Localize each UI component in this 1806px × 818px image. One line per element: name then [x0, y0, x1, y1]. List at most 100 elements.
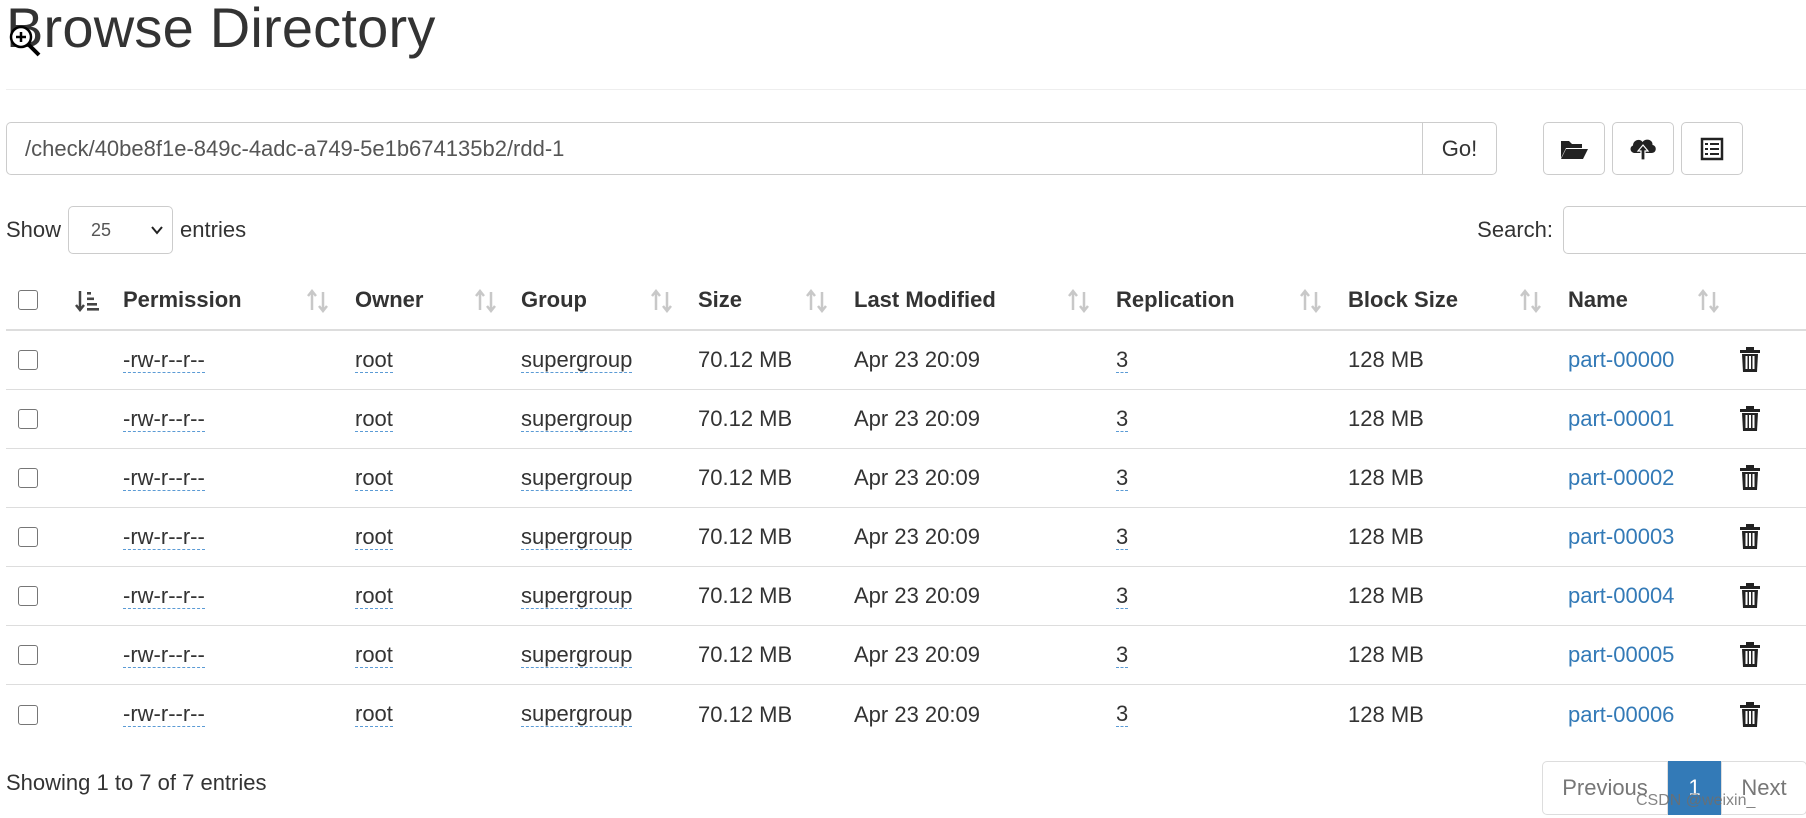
file-name-link[interactable]: part-00002	[1568, 465, 1674, 491]
sort-ascending-icon[interactable]	[74, 289, 100, 313]
list-icon	[1700, 137, 1724, 160]
permission-value[interactable]: -rw-r--r--	[123, 583, 205, 609]
replication-value[interactable]: 3	[1116, 642, 1129, 668]
row-checkbox[interactable]	[18, 527, 38, 547]
owner-value[interactable]: root	[355, 524, 393, 550]
delete-button[interactable]	[1739, 567, 1761, 625]
sort-both-icon[interactable]	[1066, 289, 1092, 313]
search-control: Search:	[1477, 206, 1806, 254]
trash-icon	[1740, 465, 1760, 490]
owner-cell: root	[355, 390, 393, 448]
replication-value[interactable]: 3	[1116, 465, 1129, 491]
group-value[interactable]: supergroup	[521, 583, 633, 609]
file-name-link[interactable]: part-00005	[1568, 642, 1674, 668]
permission-value[interactable]: -rw-r--r--	[123, 524, 205, 550]
permission-cell: -rw-r--r--	[123, 331, 205, 389]
replication-value[interactable]: 3	[1116, 524, 1129, 550]
table-row: -rw-r--r-- root supergroup 70.12 MB Apr …	[6, 390, 1806, 449]
last-modified-cell: Apr 23 20:09	[854, 524, 980, 549]
row-checkbox[interactable]	[18, 350, 38, 370]
owner-value[interactable]: root	[355, 465, 393, 491]
delete-button[interactable]	[1739, 390, 1761, 448]
trash-icon	[1740, 406, 1760, 431]
row-checkbox[interactable]	[18, 704, 38, 725]
sort-both-icon[interactable]	[473, 289, 499, 313]
column-header-name[interactable]: Name	[1568, 271, 1628, 329]
owner-value[interactable]: root	[355, 583, 393, 609]
column-header-last-modified[interactable]: Last Modified	[854, 271, 996, 329]
file-name-link[interactable]: part-00000	[1568, 347, 1674, 373]
group-cell: supergroup	[521, 567, 633, 625]
column-header-owner[interactable]: Owner	[355, 271, 423, 329]
permission-cell: -rw-r--r--	[123, 508, 205, 566]
replication-value[interactable]: 3	[1116, 583, 1129, 609]
go-button[interactable]: Go!	[1422, 122, 1497, 175]
column-header-block-size[interactable]: Block Size	[1348, 271, 1458, 329]
owner-cell: root	[355, 331, 393, 389]
sort-both-icon[interactable]	[649, 289, 675, 313]
replication-value[interactable]: 3	[1116, 347, 1129, 373]
size-cell: 70.12 MB	[698, 524, 793, 549]
table-row: -rw-r--r-- root supergroup 70.12 MB Apr …	[6, 567, 1806, 626]
group-value[interactable]: supergroup	[521, 702, 633, 727]
trash-icon	[1740, 642, 1760, 667]
last-modified-cell: Apr 23 20:09	[854, 347, 980, 372]
row-checkbox-cell	[18, 390, 38, 448]
owner-value[interactable]: root	[355, 347, 393, 373]
column-header-replication[interactable]: Replication	[1116, 271, 1235, 329]
row-checkbox-cell	[18, 685, 38, 744]
group-value[interactable]: supergroup	[521, 406, 633, 432]
file-name-link[interactable]: part-00001	[1568, 406, 1674, 432]
file-name-link[interactable]: part-00004	[1568, 583, 1674, 609]
trash-icon	[1740, 524, 1760, 549]
owner-cell: root	[355, 449, 393, 507]
owner-value[interactable]: root	[355, 642, 393, 668]
owner-value[interactable]: root	[355, 702, 393, 727]
permission-value[interactable]: -rw-r--r--	[123, 406, 205, 432]
delete-button[interactable]	[1739, 508, 1761, 566]
select-all-checkbox[interactable]	[18, 290, 38, 310]
permission-value[interactable]: -rw-r--r--	[123, 465, 205, 491]
sort-both-icon[interactable]	[1298, 289, 1324, 313]
column-header-permission[interactable]: Permission	[123, 271, 242, 329]
delete-button[interactable]	[1739, 626, 1761, 684]
directory-path-input[interactable]	[6, 122, 1422, 175]
replication-value[interactable]: 3	[1116, 406, 1129, 432]
column-header-group[interactable]: Group	[521, 271, 587, 329]
create-directory-button[interactable]	[1543, 122, 1605, 175]
owner-value[interactable]: root	[355, 406, 393, 432]
row-checkbox[interactable]	[18, 409, 38, 429]
page-length-select[interactable]: 25	[68, 206, 174, 254]
delete-button[interactable]	[1739, 449, 1761, 507]
file-name-link[interactable]: part-00003	[1568, 524, 1674, 550]
permission-value[interactable]: -rw-r--r--	[123, 702, 205, 727]
block-size-cell: 128 MB	[1348, 701, 1424, 727]
delete-button[interactable]	[1739, 331, 1761, 389]
last-modified-cell: Apr 23 20:09	[854, 642, 980, 667]
replication-value[interactable]: 3	[1116, 702, 1129, 727]
column-header-size[interactable]: Size	[698, 271, 742, 329]
sort-both-icon[interactable]	[804, 289, 830, 313]
cut-paste-button[interactable]	[1681, 122, 1743, 175]
row-checkbox[interactable]	[18, 645, 38, 665]
delete-button[interactable]	[1739, 685, 1761, 744]
row-checkbox[interactable]	[18, 468, 38, 488]
row-checkbox-cell	[18, 567, 38, 625]
block-size-cell: 128 MB	[1348, 465, 1424, 490]
upload-files-button[interactable]	[1612, 122, 1674, 175]
permission-value[interactable]: -rw-r--r--	[123, 347, 205, 373]
row-checkbox[interactable]	[18, 586, 38, 606]
group-value[interactable]: supergroup	[521, 642, 633, 668]
sort-both-icon[interactable]	[1518, 289, 1544, 313]
table-row: -rw-r--r-- root supergroup 70.12 MB Apr …	[6, 508, 1806, 567]
size-cell: 70.12 MB	[698, 465, 793, 490]
search-input[interactable]	[1563, 206, 1806, 254]
group-value[interactable]: supergroup	[521, 347, 633, 373]
file-name-link[interactable]: part-00006	[1568, 702, 1674, 728]
sort-both-icon[interactable]	[1696, 289, 1722, 313]
permission-value[interactable]: -rw-r--r--	[123, 642, 205, 668]
sort-both-icon[interactable]	[305, 289, 331, 313]
group-value[interactable]: supergroup	[521, 524, 633, 550]
table-header-row: Permission Owner Group Size Last Modifie…	[6, 271, 1806, 331]
group-value[interactable]: supergroup	[521, 465, 633, 491]
